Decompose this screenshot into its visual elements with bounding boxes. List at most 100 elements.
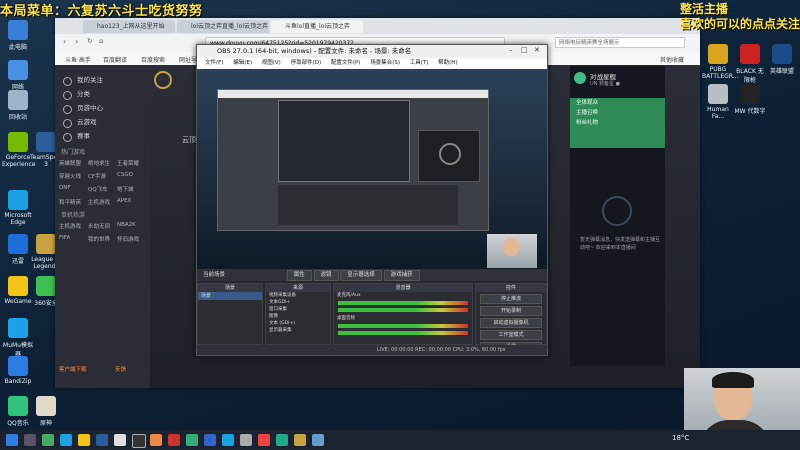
game-link[interactable]: QQ飞车 — [88, 185, 117, 193]
app-icon[interactable] — [114, 434, 126, 446]
browser-tab[interactable]: lol云顶之弈直播_lol云顶之弈 — [177, 20, 269, 33]
sidebar-item-event[interactable]: 赛事 — [55, 129, 150, 143]
source-item[interactable]: 视频采集设备 — [266, 292, 330, 299]
app-icon[interactable] — [276, 434, 288, 446]
maximize-icon[interactable]: □ — [521, 46, 528, 54]
obs-preview[interactable] — [197, 69, 547, 269]
game-link[interactable]: 永劫无间 — [88, 222, 117, 230]
chat-highlight-box: 全体观众 主播召唤 粉丝礼物 — [570, 98, 665, 148]
home-icon[interactable]: ⌂ — [99, 37, 103, 45]
game-link[interactable]: CF手游 — [88, 172, 117, 180]
sidebar-item-cloud[interactable]: 云游戏 — [55, 115, 150, 129]
game-link[interactable]: 地下城 — [117, 185, 146, 193]
desktop-icon[interactable]: MW 代数字 — [734, 84, 766, 115]
browser-tab[interactable]: hao123_上网从这里开始 — [83, 20, 175, 33]
game-link[interactable]: CSGO — [117, 172, 146, 180]
game-link[interactable]: 王者荣耀 — [117, 159, 146, 167]
desktop-icon[interactable]: 原神 — [30, 396, 62, 427]
search-icon[interactable] — [24, 434, 36, 446]
menu-item[interactable]: 视图(V) — [262, 58, 281, 69]
folder-icon[interactable] — [78, 434, 90, 446]
game-link[interactable]: 和平精英 — [59, 198, 88, 206]
browser-tab-active[interactable]: 斗鱼lol直播_lol云顶之弈 — [271, 20, 363, 33]
app-icon[interactable] — [240, 434, 252, 446]
menu-item[interactable]: 场景集合(S) — [370, 58, 400, 69]
app-icon[interactable] — [312, 434, 324, 446]
menu-item[interactable]: 文件(F) — [205, 58, 223, 69]
desktop-icon[interactable]: Microsoft Edge — [2, 190, 34, 226]
back-icon[interactable]: ‹ — [63, 37, 66, 46]
system-tray[interactable] — [700, 435, 790, 445]
start-recording-button[interactable]: 开始录制 — [480, 306, 542, 316]
desktop-icon[interactable]: BLACK 无限枪 — [734, 44, 766, 84]
source-item[interactable]: 窗口采集 — [266, 306, 330, 313]
edge-icon[interactable] — [222, 434, 234, 446]
menu-item[interactable]: 帮助(H) — [438, 58, 457, 69]
menu-item[interactable]: 停靠部件(D) — [291, 58, 322, 69]
douyu-icon[interactable] — [150, 434, 162, 446]
search-box[interactable]: 网络电玩精英赛全场展示 — [555, 37, 685, 48]
source-item[interactable]: 图像 — [266, 313, 330, 320]
menu-item[interactable]: 编辑(E) — [233, 58, 252, 69]
taskview-icon[interactable] — [42, 434, 54, 446]
refresh-icon[interactable]: ↻ — [87, 37, 93, 45]
chrome-icon[interactable] — [258, 434, 270, 446]
desktop-icon[interactable]: PUBG BATTLEGR... — [702, 44, 738, 80]
game-capture-button[interactable]: 游戏捕获 — [383, 270, 420, 281]
bookmark[interactable]: 斗鱼·高手 — [65, 55, 91, 64]
desktop-icon[interactable]: MuMu模拟器 — [2, 318, 34, 358]
forward-icon[interactable]: › — [75, 37, 78, 46]
chat-item[interactable]: 主播召唤 — [570, 108, 665, 118]
steam-icon[interactable] — [96, 434, 108, 446]
game-link[interactable]: FIFA — [59, 235, 88, 243]
source-item[interactable]: 显示器采集 — [266, 327, 330, 334]
display-select-button[interactable]: 显示器选择 — [340, 270, 382, 281]
sidebar-item-follow[interactable]: 我的关注 — [55, 73, 150, 87]
properties-button[interactable]: 属性 — [286, 270, 312, 281]
app-icon[interactable] — [186, 434, 198, 446]
chat-item[interactable]: 粉丝礼物 — [570, 118, 665, 128]
filters-button[interactable]: 滤镜 — [313, 270, 339, 281]
game-link[interactable]: 主机游戏 — [88, 198, 117, 206]
close-icon[interactable]: ✕ — [534, 46, 540, 54]
stop-streaming-button[interactable]: 停止推流 — [480, 294, 542, 304]
app-icon[interactable] — [168, 434, 180, 446]
obs-icon[interactable] — [132, 434, 146, 448]
sidebar-item-webgame[interactable]: 页游中心 — [55, 101, 150, 115]
source-item[interactable]: 文本GDI+ — [266, 299, 330, 306]
game-link[interactable]: DNF — [59, 185, 88, 193]
bookmark[interactable]: 百度翻译 — [103, 55, 127, 64]
desktop-icon[interactable]: 回收站 — [2, 90, 34, 121]
studio-mode-button[interactable]: 工作室模式 — [480, 330, 542, 340]
bookmark[interactable]: 百度搜索 — [141, 55, 165, 64]
game-link[interactable]: 绝地求生 — [88, 159, 117, 167]
feedback-link[interactable]: 反馈 — [115, 365, 126, 373]
game-link[interactable]: 穿越火线 — [59, 172, 88, 180]
menu-item[interactable]: 工具(T) — [410, 58, 429, 69]
game-link[interactable]: 怀旧游戏 — [117, 235, 146, 243]
desktop-icon[interactable]: BandiZip — [2, 356, 34, 385]
game-link[interactable]: 英雄联盟 — [59, 159, 88, 167]
game-link[interactable]: 主机游戏 — [59, 222, 88, 230]
sidebar-item-category[interactable]: 分类 — [55, 87, 150, 101]
desktop-icon[interactable]: 网络 — [2, 60, 34, 91]
menu-item[interactable]: 配置文件(P) — [331, 58, 361, 69]
app-icon[interactable] — [60, 434, 72, 446]
desktop-icon[interactable]: 英雄联盟 — [766, 44, 798, 75]
scene-item[interactable]: 场景 — [198, 292, 262, 300]
desktop-icon[interactable]: 此电脑 — [2, 20, 34, 51]
source-item[interactable]: 文本 (GDI+) — [266, 320, 330, 327]
download-client-link[interactable]: 客户端下载 — [59, 365, 87, 373]
minimize-icon[interactable]: – — [509, 46, 513, 54]
app-icon[interactable] — [204, 434, 216, 446]
game-link[interactable]: APEX — [117, 198, 146, 206]
start-icon[interactable] — [6, 434, 18, 446]
desktop-icon[interactable]: Human Fa... — [702, 84, 734, 120]
chat-item[interactable]: 全体观众 — [570, 98, 665, 108]
league-icon[interactable] — [294, 434, 306, 446]
other-bookmarks[interactable]: 其他收藏 — [660, 55, 684, 64]
game-link[interactable]: 我的世界 — [88, 235, 117, 243]
virtual-camera-button[interactable]: 启动虚拟摄像机 — [480, 318, 542, 328]
bandizip-icon — [8, 356, 28, 376]
game-link[interactable]: NBA2K — [117, 222, 146, 230]
